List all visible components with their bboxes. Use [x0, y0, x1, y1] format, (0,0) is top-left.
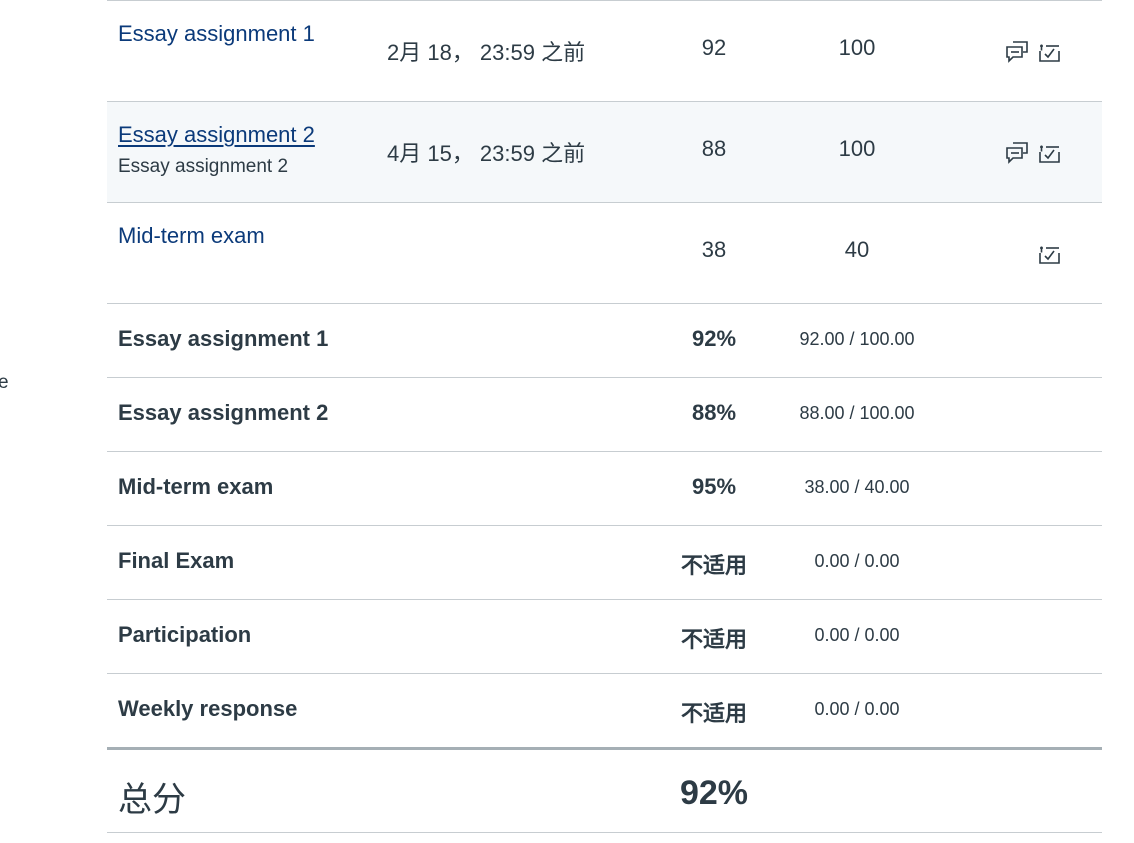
group-points: 88.00 / 100.00: [799, 403, 915, 423]
due-date: 2月 18， 23:59 之前: [387, 40, 586, 65]
group-total-row: Essay assignment 2 88% 88.00 / 100.00: [107, 377, 1102, 451]
rubric-icon[interactable]: [1036, 38, 1062, 64]
group-points: 0.00 / 0.00: [814, 625, 900, 645]
group-points: 38.00 / 40.00: [804, 477, 910, 497]
group-percent: 不适用: [680, 627, 747, 652]
group-name: Essay assignment 1: [118, 326, 329, 351]
score: 88: [701, 136, 727, 161]
group-points: 92.00 / 100.00: [799, 329, 915, 349]
total-label: 总分: [118, 781, 186, 819]
group-percent: 95%: [691, 474, 737, 499]
group-percent: 不适用: [680, 701, 747, 726]
assignment-link[interactable]: Mid-term exam: [118, 223, 265, 249]
due-date: 4月 15， 23:59 之前: [387, 141, 586, 166]
score: 38: [701, 237, 727, 262]
points-possible: 40: [844, 237, 870, 262]
group-total-row: Participation 不适用 0.00 / 0.00: [107, 599, 1102, 673]
final-total-row: 总分 92%: [107, 747, 1102, 833]
assignment-context: Essay assignment 2: [118, 156, 289, 177]
assignment-icons: [1004, 38, 1064, 64]
assignment-link[interactable]: Essay assignment 2: [118, 122, 315, 148]
grades-table: Essay assignment 1 2月 18， 23:59 之前 92 10…: [107, 0, 1102, 833]
group-percent: 88%: [691, 400, 737, 425]
group-points: 0.00 / 0.00: [814, 699, 900, 719]
points-possible: 100: [838, 35, 876, 60]
rubric-icon[interactable]: [1036, 139, 1062, 165]
assignment-row: Essay assignment 1 2月 18， 23:59 之前 92 10…: [107, 0, 1102, 101]
group-name: Mid-term exam: [118, 474, 274, 499]
group-name: Essay assignment 2: [118, 400, 329, 425]
points-possible: 100: [838, 136, 876, 161]
assignment-row: Mid-term exam 38 40: [107, 202, 1102, 303]
score: 92: [701, 35, 727, 60]
total-percent: 92%: [679, 774, 749, 812]
group-name: Participation: [118, 622, 252, 647]
assignment-link[interactable]: Essay assignment 1: [118, 21, 315, 47]
group-total-row: Mid-term exam 95% 38.00 / 40.00: [107, 451, 1102, 525]
group-total-row: Weekly response 不适用 0.00 / 0.00: [107, 673, 1102, 747]
group-total-row: Essay assignment 1 92% 92.00 / 100.00: [107, 303, 1102, 377]
cropped-sidebar-text: e: [0, 372, 9, 393]
comments-icon[interactable]: [1004, 38, 1030, 64]
group-points: 0.00 / 0.00: [814, 551, 900, 571]
group-name: Final Exam: [118, 548, 235, 573]
rubric-icon[interactable]: [1036, 240, 1062, 266]
assignment-icons: [1004, 139, 1064, 165]
group-total-row: Final Exam 不适用 0.00 / 0.00: [107, 525, 1102, 599]
assignment-row: Essay assignment 2 Essay assignment 2 4月…: [107, 101, 1102, 202]
group-percent: 92%: [691, 326, 737, 351]
comments-icon[interactable]: [1004, 139, 1030, 165]
group-percent: 不适用: [680, 553, 747, 578]
assignment-icons: [1004, 240, 1064, 266]
group-name: Weekly response: [118, 696, 298, 721]
